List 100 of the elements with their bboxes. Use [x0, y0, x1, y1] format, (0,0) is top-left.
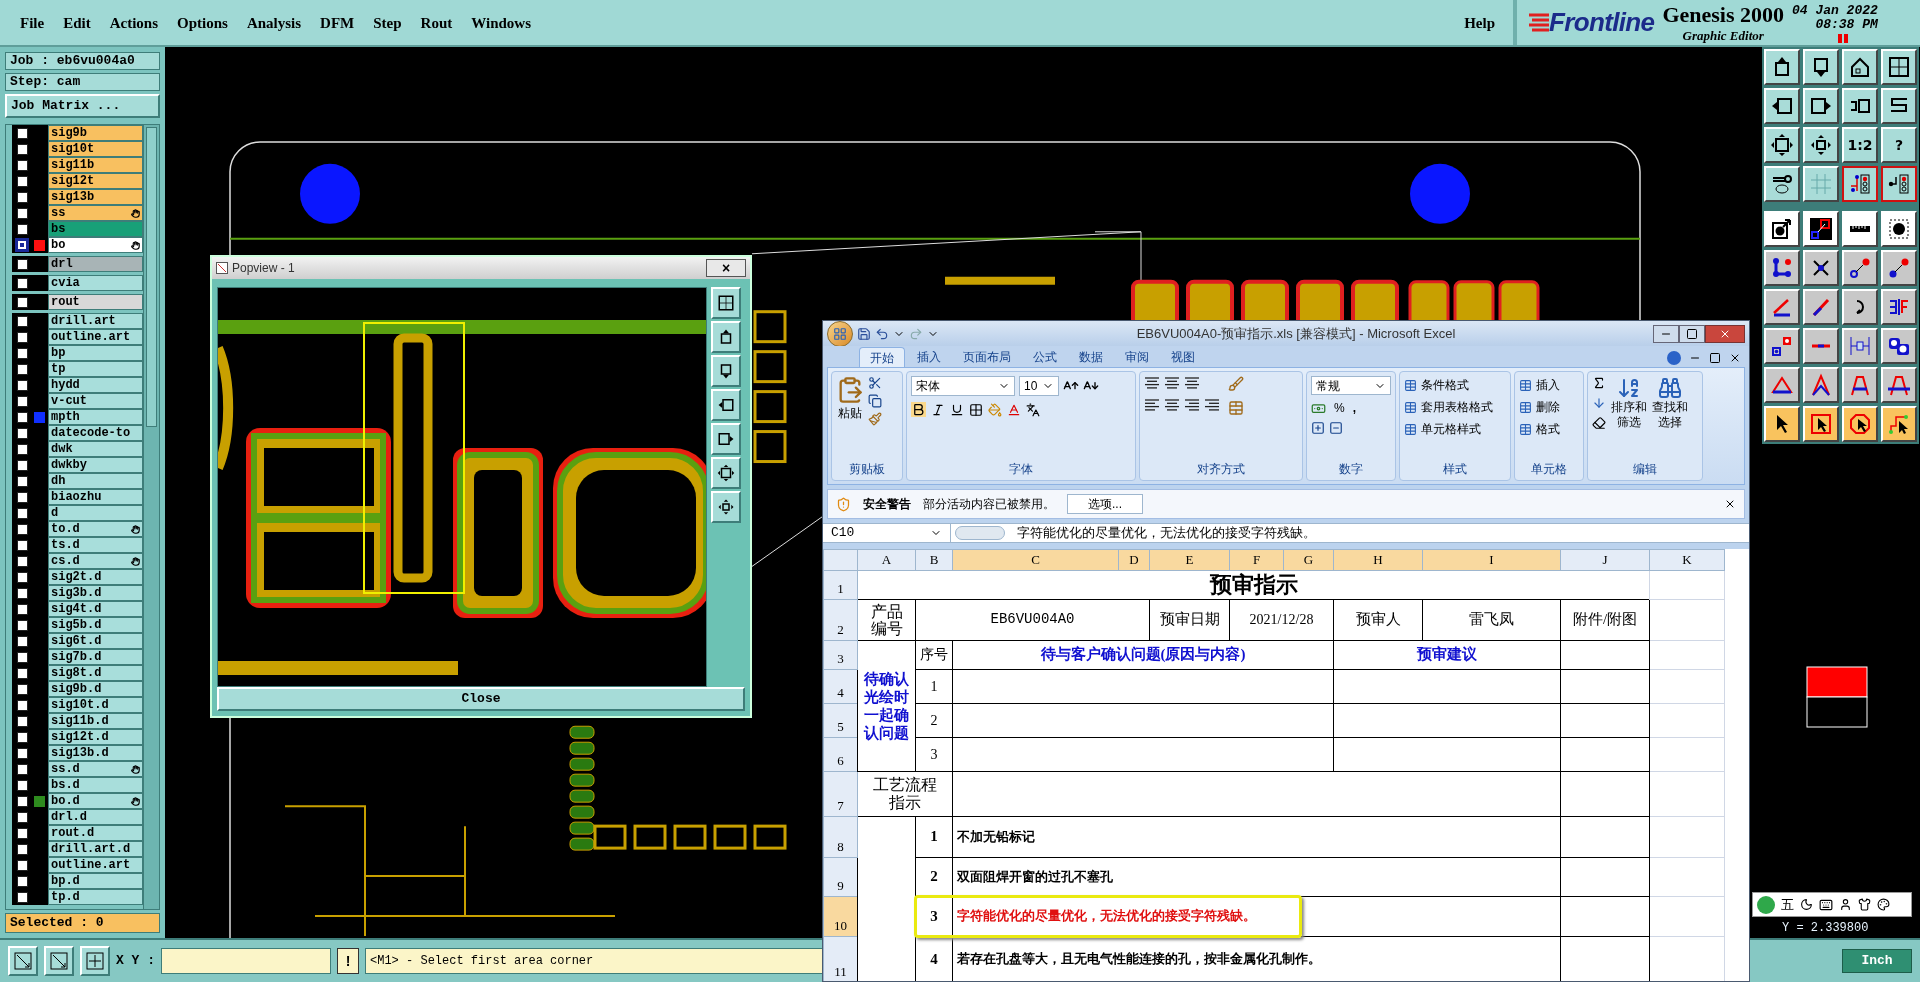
sort-filter-button[interactable]: 排序和筛选: [1610, 376, 1648, 430]
layer-row[interactable]: bs.d: [12, 777, 143, 793]
row-header[interactable]: 7: [823, 771, 858, 816]
layer-name[interactable]: drl.d: [48, 809, 143, 825]
units-button[interactable]: Inch: [1842, 949, 1912, 973]
layer-checkbox[interactable]: [16, 363, 28, 375]
row-header[interactable]: 1: [823, 570, 858, 599]
layer-checkbox[interactable]: [16, 875, 28, 887]
layer-name[interactable]: dwkby: [48, 457, 143, 473]
layer-checkbox[interactable]: [16, 747, 28, 759]
layer-row[interactable]: bo.d: [12, 793, 143, 809]
ribbon-tab[interactable]: 视图: [1161, 347, 1205, 367]
layer-row[interactable]: biaozhu: [12, 489, 143, 505]
cells-menu-item[interactable]: 删除: [1519, 398, 1579, 416]
name-box[interactable]: C10: [823, 523, 951, 543]
view-tool-button[interactable]: [80, 946, 110, 976]
layer-name[interactable]: sig6t.d: [48, 633, 143, 649]
tool-button[interactable]: [1842, 166, 1878, 202]
layer-name[interactable]: sig8t.d: [48, 665, 143, 681]
popview-tool-button[interactable]: [711, 457, 741, 489]
shirt-icon[interactable]: [1858, 898, 1871, 911]
layer-name[interactable]: tp.d: [48, 889, 143, 905]
save-icon[interactable]: [857, 326, 871, 341]
layer-checkbox[interactable]: [16, 539, 28, 551]
layer-checkbox[interactable]: [16, 587, 28, 599]
bold-icon[interactable]: [911, 402, 926, 417]
borders-icon[interactable]: [969, 402, 983, 417]
row-header[interactable]: 5: [823, 703, 858, 737]
font-color-icon[interactable]: [1007, 402, 1021, 417]
layer-checkbox[interactable]: [16, 603, 28, 615]
layer-name[interactable]: sig3b.d: [48, 585, 143, 601]
layer-name[interactable]: ss: [48, 205, 143, 221]
layer-name[interactable]: sig9b.d: [48, 681, 143, 697]
layer-row[interactable]: sig6t.d: [12, 633, 143, 649]
layer-name[interactable]: drill.art: [48, 313, 143, 329]
column-header[interactable]: D: [1118, 549, 1150, 570]
scrollbar-thumb[interactable]: [146, 127, 157, 427]
ribbon-tab[interactable]: 页面布局: [953, 347, 1021, 367]
layer-row[interactable]: dwk: [12, 441, 143, 457]
layer-checkbox[interactable]: [16, 651, 28, 663]
layer-name[interactable]: cs.d: [48, 553, 143, 569]
layer-name[interactable]: bp.d: [48, 873, 143, 889]
layer-checkbox[interactable]: [16, 459, 28, 471]
layer-checkbox[interactable]: [16, 891, 28, 903]
menu-item[interactable]: DFM: [320, 12, 355, 35]
layer-name[interactable]: bo.d: [48, 793, 143, 809]
layer-name[interactable]: sig5b.d: [48, 617, 143, 633]
column-header[interactable]: B: [915, 549, 953, 570]
layer-checkbox[interactable]: [16, 207, 28, 219]
layer-row[interactable]: dh: [12, 473, 143, 489]
layer-name[interactable]: sig13b.d: [48, 745, 143, 761]
layer-name[interactable]: to.d: [48, 521, 143, 537]
column-header[interactable]: C: [952, 549, 1119, 570]
layer-checkbox[interactable]: [16, 523, 28, 535]
menu-item[interactable]: Rout: [420, 12, 453, 35]
layer-row[interactable]: sig3b.d: [12, 585, 143, 601]
layer-name[interactable]: bp: [48, 345, 143, 361]
layer-row[interactable]: drill.art: [12, 313, 143, 329]
layer-row[interactable]: sig11b.d: [12, 713, 143, 729]
column-header[interactable]: E: [1149, 549, 1230, 570]
input-mode[interactable]: 五: [1781, 894, 1794, 915]
layer-name[interactable]: sig4t.d: [48, 601, 143, 617]
layer-name[interactable]: sig11b: [48, 157, 143, 173]
ribbon-tab[interactable]: 公式: [1023, 347, 1067, 367]
underline-icon[interactable]: [950, 402, 964, 417]
layer-row[interactable]: ss.d: [12, 761, 143, 777]
popview-tool-button[interactable]: [711, 287, 741, 319]
merge-cells-icon[interactable]: [1228, 400, 1244, 416]
popview-tool-button[interactable]: [711, 423, 741, 455]
layer-row[interactable]: sig12t.d: [12, 729, 143, 745]
layer-row[interactable]: cvia: [12, 275, 143, 291]
format-painter-icon[interactable]: [868, 412, 882, 426]
row-header[interactable]: 3: [823, 640, 858, 669]
close-button[interactable]: ×: [706, 259, 746, 277]
layer-row[interactable]: mpth: [12, 409, 143, 425]
column-header[interactable]: G: [1283, 549, 1334, 570]
ribbon-tab[interactable]: 开始: [859, 347, 905, 367]
tool-button[interactable]: 1:2: [1842, 127, 1878, 163]
layer-name[interactable]: bo: [48, 237, 143, 253]
fill-icon[interactable]: [1592, 396, 1606, 410]
row-header[interactable]: 8: [823, 816, 858, 857]
layer-row[interactable]: sig13b.d: [12, 745, 143, 761]
layer-row[interactable]: outline.art: [12, 329, 143, 345]
layer-row[interactable]: drill.art.d: [12, 841, 143, 857]
layer-row[interactable]: to.d: [12, 521, 143, 537]
layer-checkbox[interactable]: [16, 475, 28, 487]
layer-checkbox[interactable]: [16, 715, 28, 727]
phonetic-icon[interactable]: [1026, 402, 1040, 417]
popview-tool-button[interactable]: [711, 321, 741, 353]
column-header[interactable]: H: [1333, 549, 1423, 570]
layer-checkbox[interactable]: [16, 411, 28, 423]
layer-row[interactable]: sig4t.d: [12, 601, 143, 617]
menu-item[interactable]: Windows: [471, 12, 531, 35]
layer-checkbox[interactable]: [16, 827, 28, 839]
layer-row[interactable]: v-cut: [12, 393, 143, 409]
layer-row[interactable]: sig10t: [12, 141, 143, 157]
coordinate-field[interactable]: [161, 948, 331, 974]
job-matrix-button[interactable]: Job Matrix ...: [5, 94, 160, 118]
layer-row[interactable]: sig10t.d: [12, 697, 143, 713]
paste-button[interactable]: 粘贴: [836, 376, 864, 426]
